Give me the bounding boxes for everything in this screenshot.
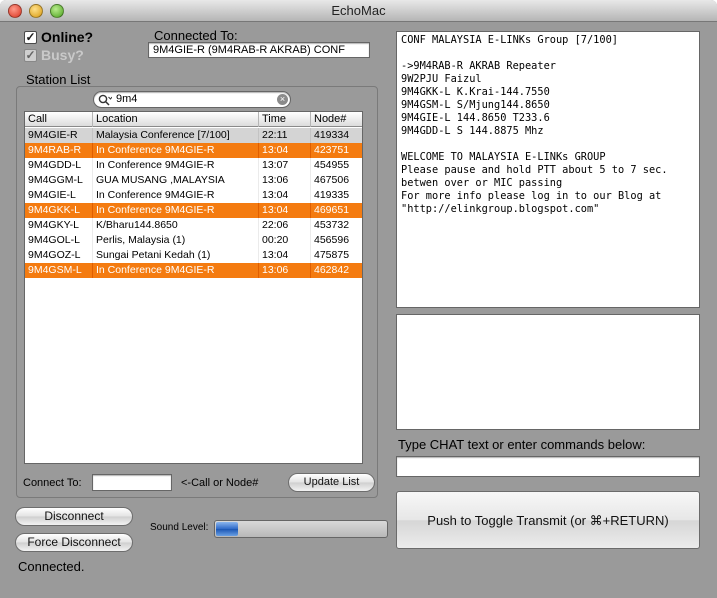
cell-call: 9M4GIE-L (25, 188, 93, 203)
conference-info-text: CONF MALAYSIA E-LINKs Group [7/100] ->9M… (396, 31, 700, 308)
cell-call: 9M4GGM-L (25, 173, 93, 188)
table-row[interactable]: 9M4GOL-L Perlis, Malaysia (1) 00:20 456596 (25, 233, 362, 248)
chat-log (396, 314, 700, 430)
table-row[interactable]: 9M4GOZ-L Sungai Petani Kedah (1) 13:04 4758… (25, 248, 362, 263)
cell-node: 453732 (311, 218, 362, 233)
station-search-input[interactable]: 9m4 (93, 91, 291, 108)
window-title: EchoMac (331, 3, 386, 18)
station-table: Call Location Time Node# 9M4GIE-R Malaysi… (24, 111, 363, 464)
cell-location: In Conference 9M4GIE-R (93, 203, 259, 218)
table-row[interactable]: 9M4GKK-L In Conference 9M4GIE-R 13:04 46965… (25, 203, 362, 218)
table-header: Call Location Time Node# (25, 112, 362, 127)
connect-hint: <-Call or Node# (181, 477, 259, 489)
column-header-call[interactable]: Call (25, 112, 93, 127)
cell-node: 419334 (311, 128, 362, 143)
table-row[interactable]: 9M4GIE-L In Conference 9M4GIE-R 13:04 41933… (25, 188, 362, 203)
cell-time: 13:04 (259, 248, 311, 263)
disconnect-button[interactable]: Disconnect (15, 507, 133, 526)
table-row[interactable]: 9M4GSM-L In Conference 9M4GIE-R 13:06 46284… (25, 263, 362, 278)
sound-level-label: Sound Level: (150, 522, 209, 533)
cell-node: 456596 (311, 233, 362, 248)
connect-to-input[interactable] (92, 474, 172, 491)
cell-location: In Conference 9M4GIE-R (93, 158, 259, 173)
cell-node: 475875 (311, 248, 362, 263)
chat-command-input[interactable] (396, 456, 700, 477)
table-row[interactable]: 9M4RAB-R In Conference 9M4GIE-R 13:04 42375… (25, 143, 362, 158)
table-row[interactable]: 9M4GDD-L In Conference 9M4GIE-R 13:07 45495… (25, 158, 362, 173)
cell-call: 9M4GDD-L (25, 158, 93, 173)
cell-node: 462842 (311, 263, 362, 278)
zoom-window-button[interactable] (50, 4, 64, 18)
connected-to-field: 9M4GIE-R (9M4RAB-R AKRAB) CONF (148, 42, 370, 58)
update-list-button[interactable]: Update List (288, 473, 375, 492)
sound-level-fill (216, 522, 238, 536)
online-checkbox[interactable]: ✓ (24, 31, 37, 44)
column-header-node[interactable]: Node# (311, 112, 362, 127)
minimize-window-button[interactable] (29, 4, 43, 18)
clear-search-icon[interactable]: × (277, 94, 288, 105)
search-icon (98, 94, 112, 106)
cell-location: In Conference 9M4GIE-R (93, 188, 259, 203)
close-window-button[interactable] (8, 4, 22, 18)
cell-location: In Conference 9M4GIE-R (93, 143, 259, 158)
station-list-title: Station List (26, 72, 91, 87)
chat-prompt-label: Type CHAT text or enter commands below: (398, 437, 646, 452)
cell-node: 419335 (311, 188, 362, 203)
busy-label: Busy? (41, 47, 84, 63)
cell-node: 469651 (311, 203, 362, 218)
table-row[interactable]: 9M4GKY-L K/Bharu144.8650 22:06 453732 (25, 218, 362, 233)
cell-time: 13:04 (259, 203, 311, 218)
column-header-location[interactable]: Location (93, 112, 259, 127)
sound-level-meter (214, 520, 388, 538)
cell-time: 22:06 (259, 218, 311, 233)
cell-time: 13:06 (259, 263, 311, 278)
cell-call: 9M4GIE-R (25, 128, 93, 143)
online-label: Online? (41, 29, 94, 45)
cell-node: 423751 (311, 143, 362, 158)
cell-time: 22:11 (259, 128, 311, 143)
cell-node: 467506 (311, 173, 362, 188)
cell-call: 9M4GKY-L (25, 218, 93, 233)
cell-node: 454955 (311, 158, 362, 173)
cell-call: 9M4GKK-L (25, 203, 93, 218)
cell-call: 9M4GSM-L (25, 263, 93, 278)
cell-time: 00:20 (259, 233, 311, 248)
cell-location: GUA MUSANG ,MALAYSIA (93, 173, 259, 188)
cell-location: Malaysia Conference [7/100] (93, 128, 259, 143)
connection-status-text: Connected. (18, 559, 85, 574)
busy-checkbox[interactable]: ✓ (24, 49, 37, 62)
cell-time: 13:04 (259, 143, 311, 158)
app-window: EchoMac ✓ Online? ✓ Busy? Connected To: … (0, 0, 717, 598)
toggle-transmit-button[interactable]: Push to Toggle Transmit (or ⌘+RETURN) (396, 491, 700, 549)
cell-location: In Conference 9M4GIE-R (93, 263, 259, 278)
cell-time: 13:04 (259, 188, 311, 203)
table-row[interactable]: 9M4GGM-L GUA MUSANG ,MALAYSIA 13:06 467506 (25, 173, 362, 188)
cell-call: 9M4RAB-R (25, 143, 93, 158)
cell-location: Sungai Petani Kedah (1) (93, 248, 259, 263)
title-bar[interactable]: EchoMac (0, 0, 717, 22)
cell-time: 13:06 (259, 173, 311, 188)
cell-time: 13:07 (259, 158, 311, 173)
cell-location: K/Bharu144.8650 (93, 218, 259, 233)
column-header-time[interactable]: Time (259, 112, 311, 127)
force-disconnect-button[interactable]: Force Disconnect (15, 533, 133, 552)
cell-call: 9M4GOL-L (25, 233, 93, 248)
cell-call: 9M4GOZ-L (25, 248, 93, 263)
cell-location: Perlis, Malaysia (1) (93, 233, 259, 248)
connect-to-label: Connect To: (23, 477, 82, 489)
table-row[interactable]: 9M4GIE-R Malaysia Conference [7/100] 22:11… (25, 128, 362, 143)
search-input-value: 9m4 (116, 93, 138, 105)
connected-to-label: Connected To: (154, 28, 238, 43)
